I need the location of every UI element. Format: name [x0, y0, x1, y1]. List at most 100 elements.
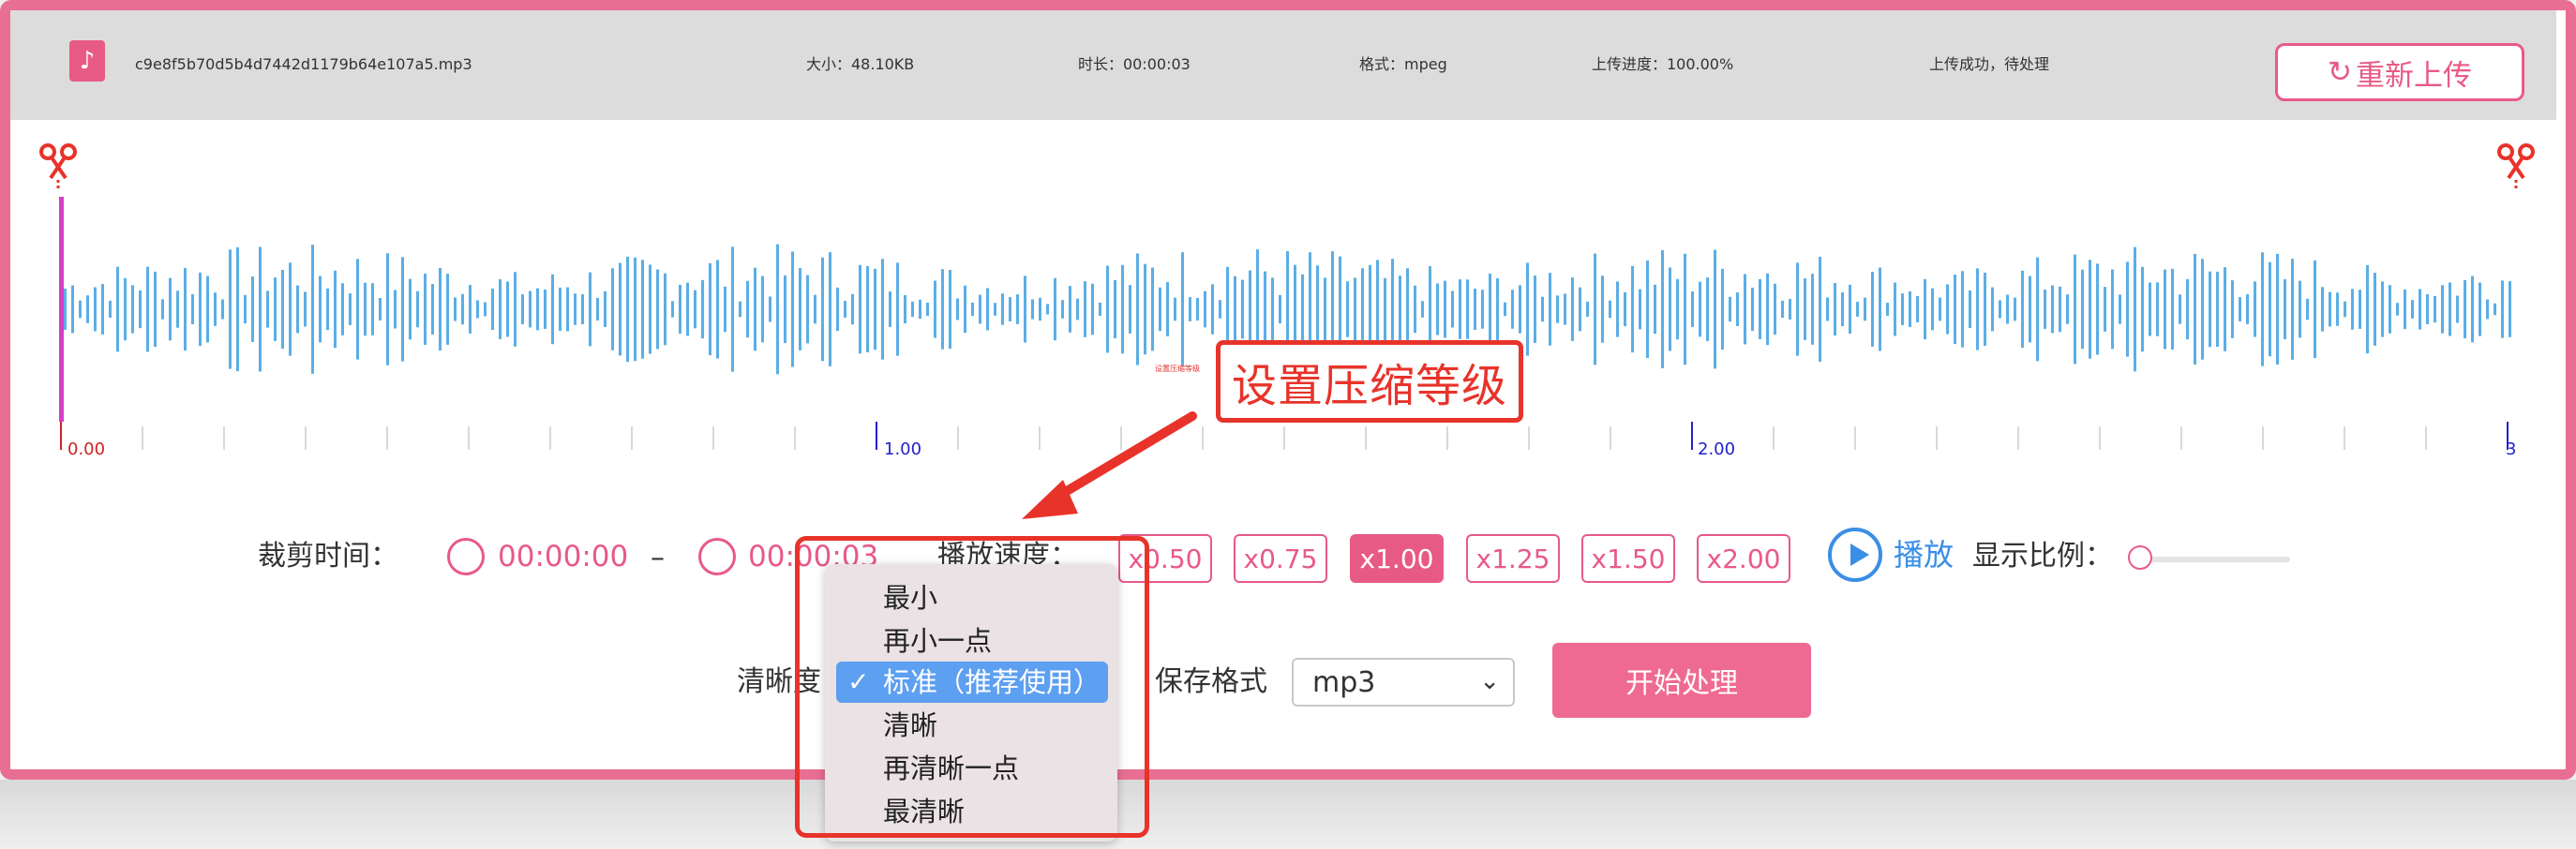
waveform-bar — [1504, 302, 1506, 317]
waveform-bar — [1969, 290, 1971, 329]
play-button-label[interactable]: 播放 — [1894, 538, 1954, 572]
waveform-bar — [1541, 296, 1544, 322]
waveform-bar — [2426, 293, 2429, 325]
waveform-bar — [2291, 259, 2294, 360]
waveform-bar — [2171, 268, 2174, 350]
waveform-bar — [506, 281, 509, 337]
waveform-bar — [461, 293, 464, 325]
trim-start-time[interactable]: 00:00:00 — [498, 540, 628, 573]
waveform-bar — [1901, 293, 1904, 325]
waveform-bar — [1616, 281, 1619, 337]
waveform-bar — [281, 269, 284, 350]
waveform-bar — [364, 282, 367, 336]
waveform-bar — [2021, 270, 2024, 349]
waveform-bar — [326, 288, 329, 331]
file-name: c9e8f5b70d5b4d7442d1179b64e107a5.mp3 — [135, 55, 472, 73]
reupload-button[interactable]: ↻ 重新上传 — [2275, 43, 2524, 101]
waveform-bar — [1571, 277, 1574, 341]
waveform-bar — [2014, 297, 2016, 321]
waveform-bar — [2411, 300, 2414, 319]
waveform-bar — [1046, 304, 1049, 315]
waveform-bar — [829, 252, 831, 366]
waveform-bar — [2261, 252, 2264, 366]
waveform-bar — [274, 277, 277, 341]
waveform-bar — [131, 285, 134, 334]
waveform-bar — [2434, 295, 2436, 323]
waveform-bar — [499, 279, 502, 339]
waveform-bar — [1639, 289, 1641, 330]
waveform-bar — [1016, 294, 1019, 324]
waveform-bar — [956, 298, 959, 320]
waveform-bar — [2224, 267, 2226, 351]
waveform-bar — [1691, 290, 1694, 328]
waveform-bar — [2381, 281, 2384, 337]
waveform-bar — [1001, 293, 1004, 325]
waveform-bar — [1511, 290, 1514, 329]
save-format-select[interactable]: mp3 ⌄ — [1292, 658, 1515, 707]
waveform-bar — [304, 291, 307, 327]
waveform-bar — [1939, 297, 1941, 321]
speed-button-1.5[interactable]: x1.50 — [1581, 534, 1675, 583]
waveform-bar — [799, 268, 801, 350]
waveform-bar — [1519, 285, 1521, 334]
waveform-bar — [754, 267, 756, 351]
display-ratio-slider[interactable] — [2140, 557, 2290, 562]
waveform-bar — [514, 272, 517, 347]
waveform-bar — [266, 290, 269, 328]
waveform-bar — [1234, 276, 1236, 343]
waveform-bar — [2419, 289, 2421, 330]
speed-button-1.0[interactable]: x1.00 — [1350, 534, 1444, 583]
start-processing-button[interactable]: 开始处理 — [1552, 643, 1811, 718]
waveform-bar — [2141, 266, 2144, 352]
waveform-bar — [1099, 302, 1101, 317]
waveform-bar — [1361, 268, 1364, 350]
waveform-bar — [2074, 254, 2076, 365]
trim-start-scissors-icon[interactable] — [37, 142, 79, 191]
waveform-bar — [604, 290, 607, 328]
waveform-bar — [1774, 283, 1776, 335]
speed-button-2.0[interactable]: x2.00 — [1697, 534, 1790, 583]
waveform-bar — [206, 276, 209, 343]
waveform-bar — [2441, 285, 2444, 334]
waveform-bar — [2396, 303, 2399, 316]
waveform-bar — [2374, 273, 2376, 346]
waveform-bar — [71, 285, 74, 334]
waveform-bar — [1526, 262, 1529, 356]
waveform-bar — [911, 301, 914, 318]
speed-button-0.75[interactable]: x0.75 — [1234, 534, 1327, 583]
waveform-bar — [1706, 277, 1709, 341]
waveform-bar — [371, 283, 374, 335]
playhead-cursor[interactable] — [59, 197, 64, 422]
waveform-bar — [1444, 280, 1446, 338]
tick-label-3: 3 — [2506, 439, 2516, 459]
waveform-bar — [746, 280, 749, 338]
waveform-bar — [1736, 292, 1739, 326]
waveform-bar — [1976, 268, 1979, 350]
waveform-bar — [1436, 283, 1439, 335]
waveform-bar — [2321, 287, 2324, 332]
speed-button-1.25[interactable]: x1.25 — [1466, 534, 1560, 583]
waveform-bar — [889, 291, 891, 327]
waveform-bar — [2269, 261, 2271, 357]
annotation-arrow-icon — [1022, 411, 1197, 519]
play-icon[interactable] — [1828, 528, 1882, 582]
waveform-bar — [784, 275, 786, 344]
waveform-bar — [1766, 273, 1769, 346]
waveform-bar — [2351, 289, 2354, 330]
waveform-bar — [656, 269, 659, 350]
trim-end-scissors-icon[interactable] — [2495, 142, 2537, 191]
waveform-bar — [1024, 276, 1026, 343]
trim-time-label: 裁剪时间： — [258, 540, 398, 573]
waveform-bar — [1189, 297, 1191, 321]
display-ratio-slider-thumb[interactable] — [2128, 545, 2152, 570]
waveform-bar — [2299, 280, 2301, 338]
waveform-bar — [1354, 277, 1356, 341]
waveform-bar — [1114, 279, 1116, 339]
waveform-bar — [386, 253, 389, 365]
chevron-down-icon: ⌄ — [1479, 667, 1500, 695]
waveform-bar — [1496, 277, 1499, 341]
waveform-bar — [1699, 281, 1701, 337]
waveform-bar — [859, 264, 861, 354]
waveform-bar — [1031, 299, 1034, 320]
waveform-bar — [1601, 276, 1604, 343]
